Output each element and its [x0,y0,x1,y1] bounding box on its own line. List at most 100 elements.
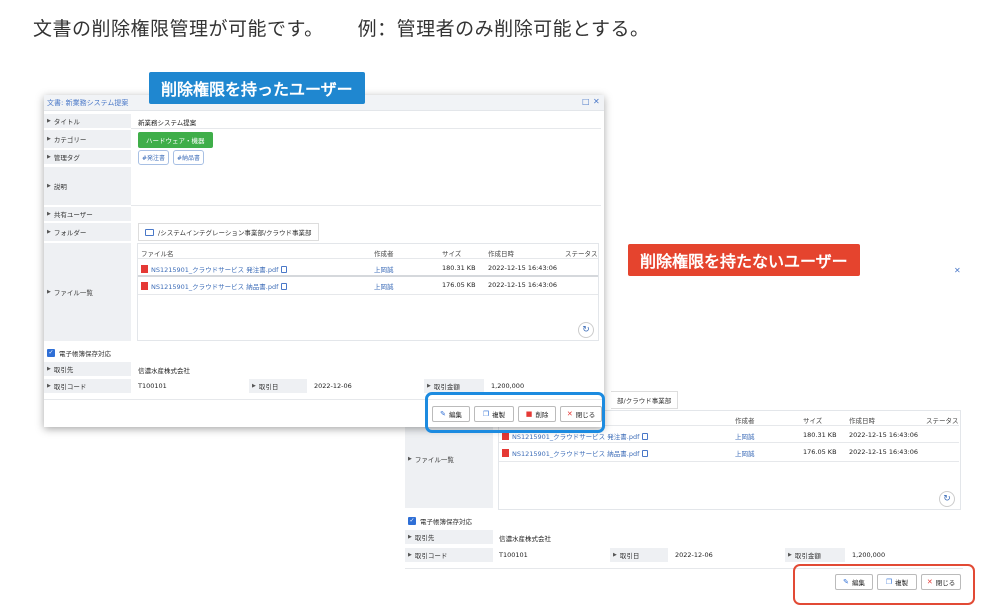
column-header-creator[interactable]: 作成者 [374,248,394,258]
ebook-checkbox-row[interactable]: ✓ 電子帳簿保存対応 [408,516,472,526]
close-icon[interactable]: ✕ [954,266,961,275]
field-label-amount: ▶ 取引金額 [424,379,484,393]
caret-right-icon: ▶ [47,183,51,189]
column-header-size[interactable]: サイズ [442,248,461,258]
caret-right-icon: ▶ [788,552,792,558]
caret-right-icon: ▶ [47,366,51,372]
field-label-folder: ▶ フォルダー [44,223,131,241]
field-label-amount: ▶ 取引金額 [785,548,845,562]
field-value-title: 新業務システム提案 [138,119,197,127]
field-value-amount: 1,200,000 [852,551,886,559]
caret-right-icon: ▶ [47,289,51,295]
copy-icon: ❐ [885,578,893,586]
column-header-creator[interactable]: 作成者 [735,415,755,425]
caret-right-icon: ▶ [47,136,51,142]
field-value-code: T100101 [138,382,167,390]
headline: 文書の削除権限管理が可能です。 例：管理者のみ削除可能とする。 [33,14,650,41]
field-value-client: 信濃水産株式会社 [499,535,551,543]
field-label-code: ▶ 取引コード [44,379,131,393]
file-created: 2022-12-15 16:43:06 [849,431,919,439]
headline-part1: 文書の削除権限管理が可能です。 [33,18,324,40]
close-x-icon: ✕ [926,578,933,586]
refresh-icon[interactable]: ↻ [578,322,594,338]
file-link[interactable]: NS1215901_クラウドサービス 発注書.pdf [502,431,649,441]
folder-path[interactable]: 部/クラウド事業部 [611,391,679,409]
field-value-client: 信濃水産株式会社 [138,367,190,375]
refresh-icon[interactable]: ↻ [939,491,955,507]
copy-button[interactable]: ❐ 複製 [474,406,514,422]
caret-right-icon: ▶ [613,552,617,558]
field-value-code: T100101 [499,551,528,559]
column-header-status[interactable]: ステータス [926,415,959,425]
column-header-size[interactable]: サイズ [803,415,822,425]
file-link[interactable]: NS1215901_クラウドサービス 発注書.pdf [141,264,288,274]
pencil-icon: ✎ [843,578,849,586]
file-creator[interactable]: 上岡誠 [374,281,394,291]
edit-button[interactable]: ✎ 編集 [432,406,470,422]
caret-right-icon: ▶ [47,211,51,217]
column-header-status[interactable]: ステータス [565,248,598,258]
attachment-icon[interactable] [281,282,288,290]
file-size: 176.05 KB [803,448,837,456]
delete-button[interactable]: ■ 削除 [518,406,556,422]
caret-right-icon: ▶ [47,118,51,124]
file-link[interactable]: NS1215901_クラウドサービス 納品書.pdf [502,448,649,458]
banner-without-delete-permission: 削除権限を持たないユーザー [628,244,860,276]
ebook-checkbox-row[interactable]: ✓ 電子帳簿保存対応 [47,348,111,358]
copy-button[interactable]: ❐ 複製 [877,574,917,590]
file-creator[interactable]: 上岡誠 [735,431,755,441]
category-tag: ハードウェア・機器 [138,132,213,148]
caret-right-icon: ▶ [427,383,431,389]
checkbox-checked-icon[interactable]: ✓ [408,517,416,525]
file-created: 2022-12-15 16:43:06 [488,264,558,272]
file-table: ファイル名 作成者 サイズ 作成日時 ステータス NS1215901_クラウドサ… [137,243,599,341]
caret-right-icon: ▶ [408,456,412,462]
field-label-date: ▶ 取引日 [610,548,668,562]
headline-part2: 例：管理者のみ削除可能とする。 [357,18,650,40]
pdf-icon [502,449,509,457]
file-link[interactable]: NS1215901_クラウドサービス 納品書.pdf [141,281,288,291]
file-creator[interactable]: 上岡誠 [735,448,755,458]
column-header-created[interactable]: 作成日時 [488,248,514,258]
tag-chip[interactable]: #納品書 [173,150,205,165]
close-x-icon: ✕ [566,410,573,418]
folder-path[interactable]: /システムインテグレーション事業部/クラウド事業部 [138,223,319,241]
caret-right-icon: ▶ [252,383,256,389]
close-button[interactable]: ✕ 閉じる [560,406,602,422]
copy-icon: ❐ [482,410,490,418]
field-label-client: ▶ 取引先 [405,530,493,544]
close-icon[interactable]: ✕ [593,97,600,106]
file-size: 180.31 KB [803,431,837,439]
pdf-icon [141,265,148,273]
column-header-name[interactable]: ファイル名 [141,248,174,258]
field-label-client: ▶ 取引先 [44,362,131,376]
attachment-icon[interactable] [642,449,649,457]
attachment-icon[interactable] [281,265,288,273]
attachment-icon[interactable] [642,432,649,440]
pdf-icon [502,432,509,440]
checkbox-checked-icon[interactable]: ✓ [47,349,55,357]
field-label-description: ▶ 説明 [44,167,131,205]
edit-button[interactable]: ✎ 編集 [835,574,873,590]
close-button[interactable]: ✕ 閉じる [921,574,961,590]
caret-right-icon: ▶ [408,552,412,558]
caret-right-icon: ▶ [47,154,51,160]
banner-with-delete-permission: 削除権限を持ったユーザー [149,72,365,104]
tag-chip[interactable]: #発注書 [138,150,170,165]
file-size: 176.05 KB [442,281,476,289]
field-label-tags: ▶ 管理タグ [44,150,131,164]
pdf-icon [141,282,148,290]
field-label-category: ▶ カテゴリー [44,130,131,148]
window-title: 文書: 新業務システム提案 [47,99,129,107]
field-label-title: ▶ タイトル [44,114,131,128]
file-created: 2022-12-15 16:43:06 [849,448,919,456]
pencil-icon: ✎ [440,410,446,418]
field-value-date: 2022-12-06 [314,382,352,390]
trash-icon: ■ [525,410,533,418]
caret-right-icon: ▶ [47,383,51,389]
field-label-code: ▶ 取引コード [405,548,493,562]
column-header-created[interactable]: 作成日時 [849,415,875,425]
file-creator[interactable]: 上岡誠 [374,264,394,274]
maximize-icon[interactable]: □ [582,97,590,106]
caret-right-icon: ▶ [47,229,51,235]
